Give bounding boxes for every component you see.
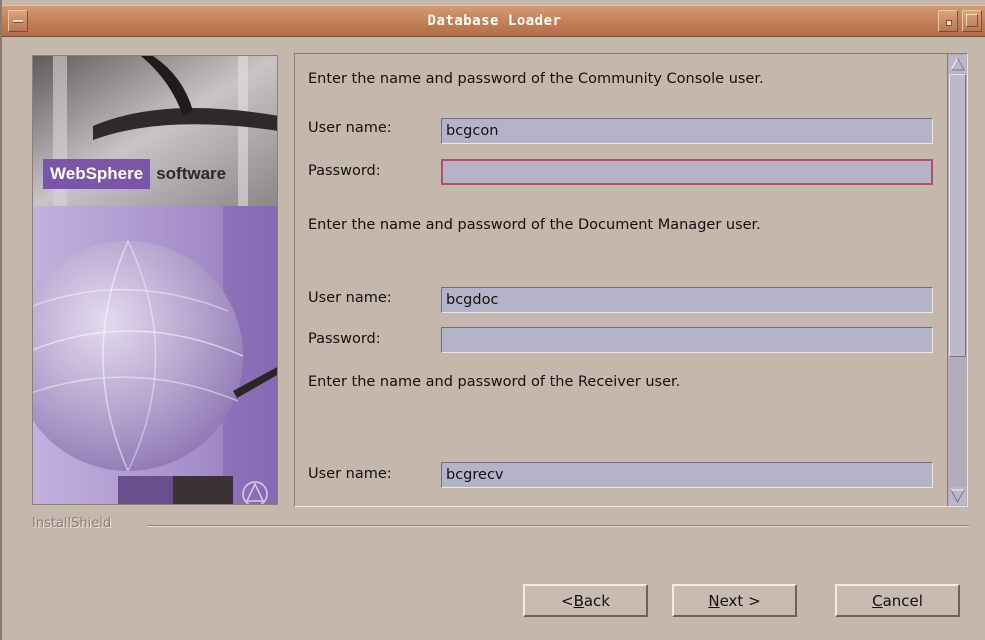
- docmgr-password-label: Password:: [308, 331, 381, 347]
- installer-window: Database Loader WebSphere software Enter…: [0, 0, 985, 640]
- docmgr-password-input[interactable]: [441, 327, 933, 353]
- form-scroll-area: Enter the name and password of the Commu…: [295, 54, 945, 506]
- console-instruction: Enter the name and password of the Commu…: [308, 71, 764, 87]
- minimize-button[interactable]: [938, 10, 958, 32]
- websphere-logo: WebSphere software: [43, 159, 268, 189]
- form-panel: Enter the name and password of the Commu…: [294, 53, 968, 507]
- docmgr-instruction: Enter the name and password of the Docum…: [308, 217, 761, 233]
- console-username-label: User name:: [308, 120, 392, 136]
- receiver-instruction: Enter the name and password of the Recei…: [308, 374, 681, 390]
- scroll-thumb[interactable]: [949, 74, 966, 357]
- docmgr-username-input[interactable]: [441, 287, 933, 313]
- installshield-label: InstallShield: [32, 516, 112, 531]
- console-username-input[interactable]: [441, 118, 933, 144]
- back-button[interactable]: < Back: [523, 584, 648, 617]
- docmgr-username-label: User name:: [308, 290, 392, 306]
- scroll-down-button[interactable]: [949, 487, 966, 505]
- next-button[interactable]: Next >: [672, 584, 797, 617]
- footer-divider: [147, 525, 969, 527]
- scroll-up-button[interactable]: [949, 55, 966, 73]
- console-password-label: Password:: [308, 163, 381, 179]
- receiver-username-label: User name:: [308, 466, 392, 482]
- arrow-up-icon: [950, 56, 965, 71]
- window-title: Database Loader: [427, 13, 562, 29]
- arrow-down-icon: [950, 489, 965, 504]
- vertical-scrollbar[interactable]: [947, 54, 967, 506]
- console-password-input[interactable]: [441, 159, 933, 185]
- cancel-button[interactable]: Cancel: [835, 584, 960, 617]
- receiver-username-input[interactable]: [441, 462, 933, 488]
- title-bar[interactable]: Database Loader: [2, 5, 985, 37]
- product-banner-image: WebSphere software: [32, 55, 278, 505]
- maximize-button[interactable]: [962, 10, 982, 32]
